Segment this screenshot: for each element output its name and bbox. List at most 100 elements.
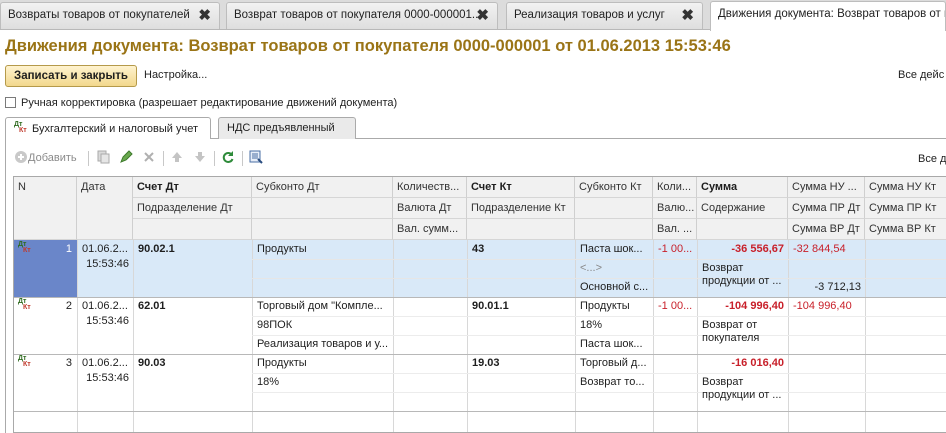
- row-divider: [14, 411, 946, 412]
- col-header-subconto-dt[interactable]: Субконто Дт: [252, 177, 393, 198]
- col-header-credit[interactable]: Счет Кт: [467, 177, 575, 198]
- row-content: Возврат продукции от ...: [702, 376, 782, 401]
- tab-label: Реализация товаров и услуг: [514, 9, 665, 21]
- dt-kt-icon: Дт Кт: [18, 241, 31, 254]
- move-up-icon[interactable]: [170, 150, 184, 164]
- col-header-debit[interactable]: Счет Дт: [133, 177, 252, 198]
- col-header-cur-sum[interactable]: Вал. сумм...: [393, 219, 467, 240]
- row-subconto-kt: Торговый д...: [580, 357, 647, 369]
- row-subconto-dt: Торговый дом "Компле...: [257, 300, 383, 312]
- row-subconto-dt: Реализация товаров и у...: [257, 338, 389, 350]
- col-header-pr-kt[interactable]: Сумма ПР Кт: [865, 198, 946, 219]
- grid-line: [865, 240, 866, 432]
- col-header-content[interactable]: Содержание: [697, 198, 788, 219]
- grid-line: [653, 240, 654, 432]
- dt-kt-icon: Дт Кт: [18, 355, 31, 368]
- delete-icon[interactable]: [142, 150, 156, 164]
- col-header-n[interactable]: N: [14, 177, 77, 240]
- row-number: 1: [65, 243, 72, 255]
- manual-edit-label: Ручная корректировка (разрешает редактир…: [21, 97, 398, 109]
- grid-line: [393, 240, 394, 432]
- register-tabs: Дт Кт Бухгалтерский и налоговый учет НДС п…: [5, 117, 946, 140]
- close-icon[interactable]: ✖: [198, 6, 211, 24]
- row-subconto-kt: <...>: [580, 262, 603, 274]
- row-qty-kt: -1 00...: [658, 300, 693, 312]
- row-number: 3: [65, 357, 72, 369]
- separator: [214, 151, 215, 166]
- row-subconto-kt: Паста шок...: [580, 338, 643, 350]
- col-header-credit-dept[interactable]: Подразделение Кт: [467, 198, 575, 219]
- col-header-vr-kt[interactable]: Сумма ВР Кт: [865, 219, 946, 240]
- tab-return-document[interactable]: Возврат товаров от покупателя 0000-00000…: [226, 2, 498, 29]
- report-icon[interactable]: [249, 150, 263, 164]
- grid-line: [788, 240, 789, 432]
- save-and-close-button[interactable]: Записать и закрыть: [5, 65, 137, 87]
- tab-vat[interactable]: НДС предъявленный: [218, 117, 356, 139]
- col-header-subconto-kt[interactable]: Субконто Кт: [575, 177, 653, 198]
- tab-label: Бухгалтерский и налоговый учет: [32, 123, 199, 135]
- row-sum: -104 996,40: [725, 300, 784, 312]
- row-subconto-dt: Продукты: [257, 357, 307, 369]
- tab-sales[interactable]: Реализация товаров и услуг ✖: [506, 2, 703, 29]
- dt-kt-icon: Дт Кт: [18, 298, 31, 311]
- manual-edit-checkbox-row[interactable]: Ручная корректировка (разрешает редактир…: [5, 97, 397, 109]
- movements-table: N Дата Счет Дт Субконто Дт Количеств... …: [13, 176, 946, 433]
- row-content: Возврат от покупателя: [702, 319, 760, 344]
- row-debit: 90.02.1: [138, 243, 175, 255]
- page-title: Движения документа: Возврат товаров от п…: [5, 37, 731, 55]
- row-subconto-kt: Возврат то...: [580, 376, 645, 388]
- col-header-qty-kt[interactable]: Коли...: [653, 177, 697, 198]
- col-header-nu-dt[interactable]: Сумма НУ ...: [788, 177, 865, 198]
- row-subconto-kt: Паста шок...: [580, 243, 643, 255]
- col-header-blank: [252, 219, 393, 240]
- tab-document-movements[interactable]: Движения документа: Возврат товаров от п…: [710, 1, 946, 31]
- tab-accounting[interactable]: Дт Кт Бухгалтерский и налоговый учет: [5, 117, 211, 140]
- col-header-cur-sum-kt[interactable]: Вал. ...: [653, 219, 697, 240]
- row-subconto-kt: Основной с...: [580, 281, 649, 293]
- col-header-pr-dt[interactable]: Сумма ПР Дт: [788, 198, 865, 219]
- separator: [163, 151, 164, 166]
- col-header-blank: [252, 198, 393, 219]
- row-subconto-kt: 18%: [580, 319, 603, 331]
- col-header-debit-dept[interactable]: Подразделение Дт: [133, 198, 252, 219]
- manual-edit-checkbox[interactable]: [5, 97, 16, 108]
- col-header-vr-dt[interactable]: Сумма ВР Дт: [788, 219, 865, 240]
- col-header-qty[interactable]: Количеств...: [393, 177, 467, 198]
- add-icon: [15, 151, 27, 163]
- row-content: Возврат продукции от ...: [702, 262, 782, 287]
- row-vr-dt: -3 712,13: [814, 281, 861, 293]
- tab-label: Возвраты товаров от покупателей: [8, 9, 190, 21]
- col-header-nu-kt[interactable]: Сумма НУ Кт: [865, 177, 946, 198]
- col-header-blank: [697, 219, 788, 240]
- move-down-icon[interactable]: [193, 150, 207, 164]
- col-header-cur-kt[interactable]: Валю...: [653, 198, 697, 219]
- tab-label: НДС предъявленный: [227, 122, 335, 134]
- settings-link[interactable]: Настройка...: [144, 69, 207, 81]
- add-label: Добавить: [28, 152, 77, 164]
- col-header-blank: [133, 219, 252, 240]
- row-sum: -16 016,40: [731, 357, 784, 369]
- grid-line: [467, 240, 468, 432]
- add-button[interactable]: Добавить: [14, 150, 77, 167]
- col-header-sum[interactable]: Сумма: [697, 177, 788, 198]
- row-subconto-dt: Продукты: [257, 243, 307, 255]
- row-debit: 90.03: [138, 357, 166, 369]
- grid-all-actions-menu[interactable]: Все д: [918, 153, 946, 165]
- separator: [88, 151, 89, 166]
- col-header-currency-dt[interactable]: Валюта Дт: [393, 198, 467, 219]
- col-header-date[interactable]: Дата: [77, 177, 133, 240]
- row-time: 15:53:46: [86, 372, 129, 384]
- edit-icon[interactable]: [119, 150, 133, 164]
- row-subconto-kt: Продукты: [580, 300, 630, 312]
- close-icon[interactable]: ✖: [681, 6, 694, 24]
- refresh-icon[interactable]: [221, 150, 235, 164]
- copy-icon[interactable]: [96, 150, 110, 164]
- tab-returns-list[interactable]: Возвраты товаров от покупателей ✖: [0, 2, 220, 29]
- separator: [242, 151, 243, 166]
- all-actions-menu[interactable]: Все дейс: [898, 69, 944, 81]
- grid-line: [133, 240, 134, 432]
- close-icon[interactable]: ✖: [476, 6, 489, 24]
- document-tab-bar: Возвраты товаров от покупателей ✖ Возвра…: [0, 0, 946, 31]
- tab-label: Возврат товаров от покупателя 0000-00000…: [234, 9, 482, 21]
- row-nu-dt: -104 996,40: [793, 300, 852, 312]
